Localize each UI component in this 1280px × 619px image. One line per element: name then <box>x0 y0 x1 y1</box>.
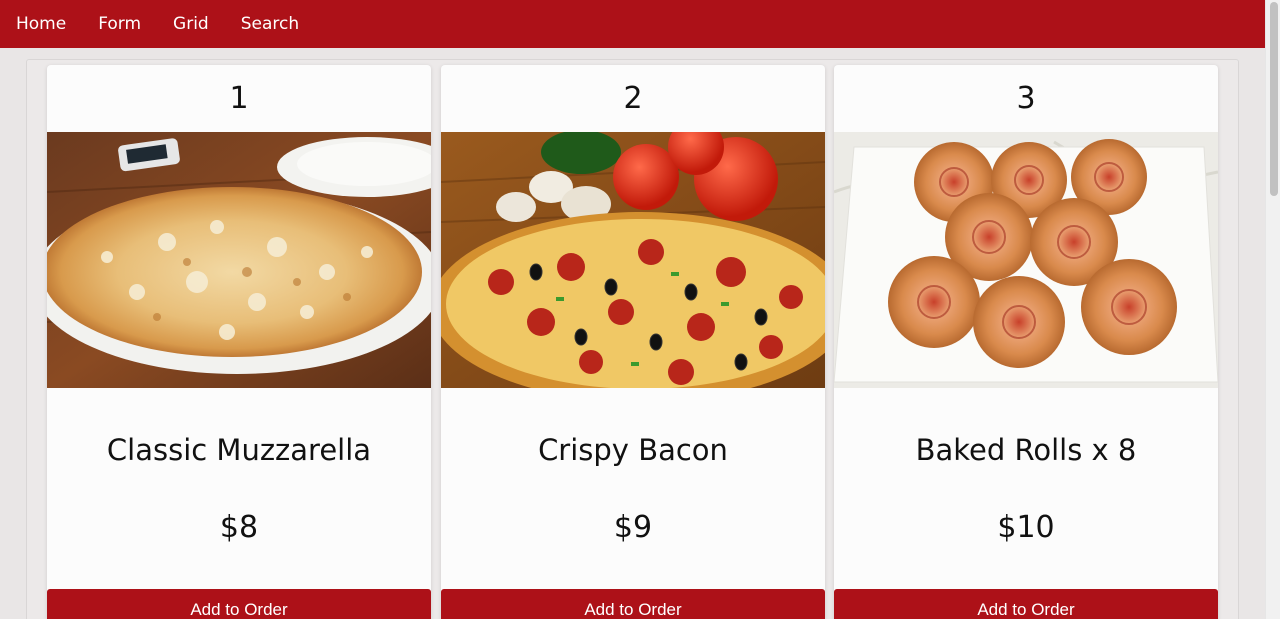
product-card: 1 Classic Muzzarella $8 Add to Order <box>47 65 431 619</box>
product-title: Baked Rolls x 8 <box>915 433 1137 467</box>
nav-link-search[interactable]: Search <box>241 14 299 34</box>
product-grid: 1 Classic Muzzarella $8 Add to Order 2 C… <box>26 59 1239 619</box>
nav-link-home[interactable]: Home <box>16 14 66 34</box>
product-number: 1 <box>229 81 249 116</box>
add-to-order-button[interactable]: Add to Order <box>441 589 825 619</box>
pepperoni-pizza-image <box>441 132 825 388</box>
product-price: $8 <box>219 510 259 545</box>
nav-link-grid[interactable]: Grid <box>173 14 209 34</box>
product-price: $10 <box>997 510 1055 545</box>
cheese-pizza-image <box>47 132 431 388</box>
product-number: 3 <box>1016 81 1036 116</box>
product-title: Crispy Bacon <box>538 433 728 467</box>
add-to-order-button[interactable]: Add to Order <box>834 589 1218 619</box>
scrollbar-thumb[interactable] <box>1270 2 1278 196</box>
product-number: 2 <box>623 81 643 116</box>
add-to-order-button[interactable]: Add to Order <box>47 589 431 619</box>
product-card: 2 Crispy Bacon $9 Add to Order <box>441 65 825 619</box>
nav-link-form[interactable]: Form <box>98 14 141 34</box>
pizza-rolls-image <box>834 132 1218 388</box>
page-scrollbar[interactable] <box>1265 0 1280 619</box>
top-navbar: Home Form Grid Search <box>0 0 1265 48</box>
product-card: 3 Baked Rolls x 8 $10 Add to Order <box>834 65 1218 619</box>
product-title: Classic Muzzarella <box>106 433 372 467</box>
product-price: $9 <box>613 510 653 545</box>
